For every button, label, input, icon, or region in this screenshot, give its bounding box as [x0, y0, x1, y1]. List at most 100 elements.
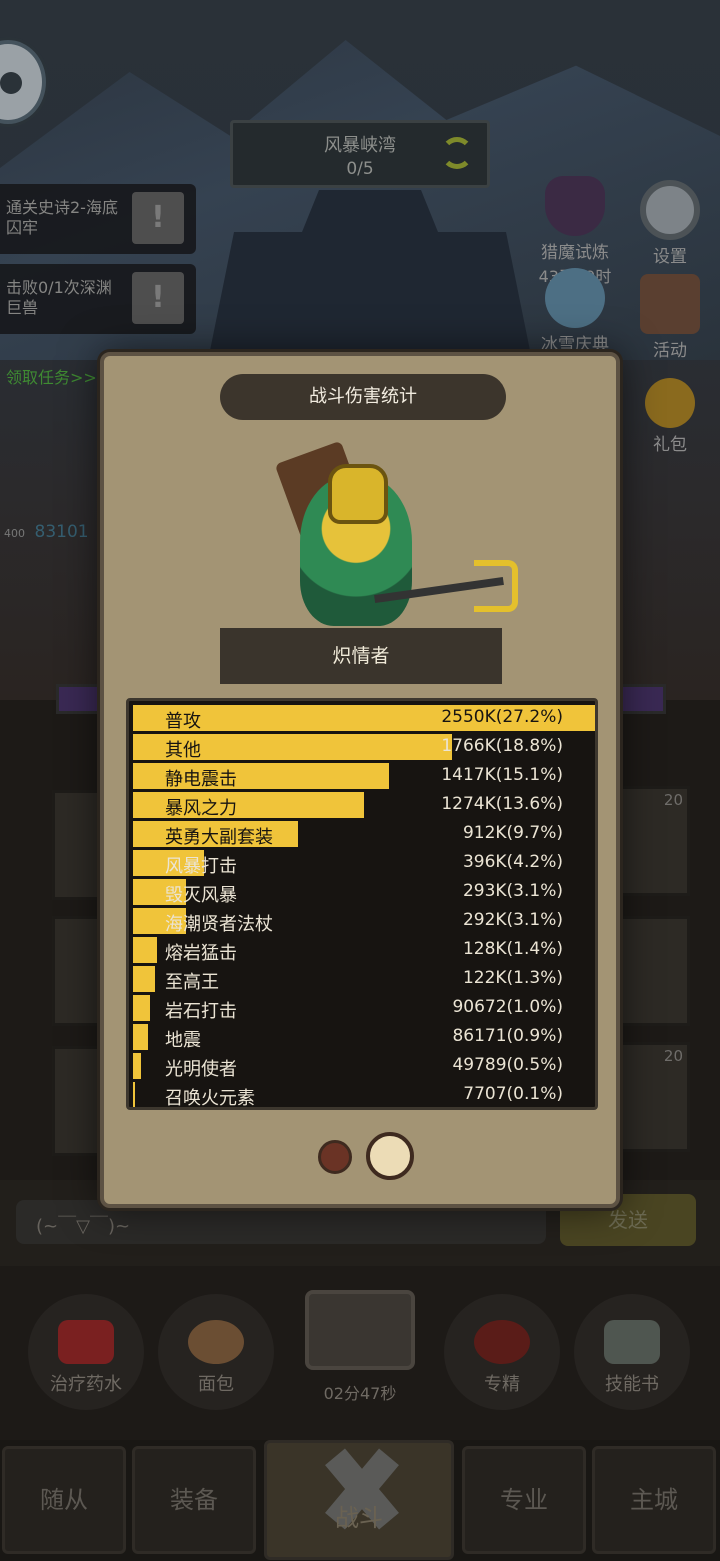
scroll-icon: [640, 274, 700, 334]
damage-value: 912K(9.7%): [462, 823, 563, 843]
hero-power: 83101: [34, 522, 89, 542]
dialog-title: 战斗伤害统计: [220, 374, 506, 420]
damage-source-name: 至高王: [165, 972, 219, 993]
slot-tile: 20: [612, 786, 690, 896]
damage-source-name: 熔岩猛击: [165, 943, 237, 964]
damage-value: 1417K(15.1%): [441, 765, 563, 785]
damage-stat-row: 熔岩猛击 128K(1.4%): [133, 936, 595, 964]
demon-hunt-label: 猎魔试炼: [541, 243, 609, 263]
damage-bar: [133, 1024, 148, 1050]
damage-source-name: 地震: [165, 1030, 201, 1051]
settings-button[interactable]: 设置: [625, 180, 715, 267]
damage-value: 292K(3.1%): [462, 910, 563, 930]
damage-source-name: 海潮贤者法杖: [165, 914, 273, 935]
skill-book-button[interactable]: 技能书: [574, 1294, 690, 1410]
item-label: 面包: [198, 1374, 234, 1395]
damage-bar: [133, 937, 157, 963]
damage-source-name: 其他: [165, 740, 201, 761]
gear-icon: [640, 180, 700, 240]
tab-battle-label: 战斗: [335, 1504, 383, 1532]
exclamation-icon: !: [132, 192, 184, 244]
damage-source-name: 静电震击: [165, 769, 237, 790]
healing-potion-button[interactable]: 治疗药水: [28, 1294, 144, 1410]
snowflake-icon: [545, 268, 605, 328]
item-label: 专精: [484, 1374, 520, 1395]
damage-stat-row: 英勇大副套装 912K(9.7%): [133, 820, 595, 848]
damage-stat-row: 风暴打击 396K(4.2%): [133, 849, 595, 877]
mastery-icon: [474, 1320, 530, 1364]
damage-stat-row: 静电震击 1417K(15.1%): [133, 762, 595, 790]
damage-value: 122K(1.3%): [462, 968, 563, 988]
potion-icon: [58, 1320, 114, 1364]
refresh-icon[interactable]: [441, 137, 473, 169]
damage-value: 1274K(13.6%): [441, 794, 563, 814]
mastery-button[interactable]: 专精: [444, 1294, 560, 1410]
damage-bar: [133, 995, 150, 1021]
events-button[interactable]: 活动: [625, 274, 715, 361]
damage-stat-row: 地震 86171(0.9%): [133, 1023, 595, 1051]
damage-value: 49789(0.5%): [452, 1055, 563, 1075]
tab-equipment[interactable]: 装备: [132, 1446, 256, 1554]
slot-tile: [612, 916, 690, 1026]
events-label: 活动: [653, 341, 687, 361]
damage-stat-row: 召唤火元素 7707(0.1%): [133, 1081, 595, 1107]
damage-source-name: 光明使者: [165, 1059, 237, 1080]
damage-stats-list[interactable]: 普攻 2550K(27.2%) 其他 1766K(18.8%) 静电震击 1417K(15…: [126, 698, 598, 1110]
tile-level: 20: [663, 791, 683, 809]
hero-level: 400: [4, 527, 25, 540]
damage-bar: [133, 1082, 135, 1107]
claim-quest-link[interactable]: 领取任务>>: [6, 364, 97, 388]
item-label: 治疗药水: [50, 1374, 122, 1395]
quest-text: 击败0/1次深渊巨兽: [6, 278, 112, 317]
tab-profession[interactable]: 专业: [462, 1446, 586, 1554]
trident-icon: [474, 560, 518, 612]
tab-followers[interactable]: 随从: [2, 1446, 126, 1554]
damage-value: 90672(1.0%): [452, 997, 563, 1017]
damage-value: 1766K(18.8%): [441, 736, 563, 756]
settings-label: 设置: [653, 247, 687, 267]
damage-value: 2550K(27.2%): [441, 707, 563, 727]
page-dot-1[interactable]: [318, 1140, 352, 1174]
damage-source-name: 风暴打击: [165, 856, 237, 877]
damage-bar: [133, 1053, 141, 1079]
demon-wing-icon: [545, 176, 605, 236]
treasure-chest-button[interactable]: 02分47秒: [300, 1290, 420, 1403]
quest-item[interactable]: 击败0/1次深渊巨兽 !: [0, 264, 196, 334]
damage-value: 7707(0.1%): [463, 1084, 563, 1104]
damage-source-name: 岩石打击: [165, 1001, 237, 1022]
quest-item[interactable]: 通关史诗2-海底囚牢 !: [0, 184, 196, 254]
tab-battle[interactable]: 战斗: [264, 1440, 454, 1560]
stage-indicator[interactable]: 风暴峡湾 0/5: [230, 120, 490, 188]
hero-level-tag: 400 83101: [0, 516, 100, 542]
hero-helmet: [328, 464, 388, 524]
damage-value: 86171(0.9%): [452, 1026, 563, 1046]
chest-icon: [305, 1290, 415, 1370]
damage-value: 293K(3.1%): [462, 881, 563, 901]
gift-button[interactable]: 礼包: [625, 378, 715, 455]
damage-stat-row: 至高王 122K(1.3%): [133, 965, 595, 993]
slot-tile: 20: [612, 1042, 690, 1152]
ice-festival-button[interactable]: 冰雪庆典: [530, 268, 620, 355]
damage-source-name: 毁灭风暴: [165, 885, 237, 906]
bread-button[interactable]: 面包: [158, 1294, 274, 1410]
damage-value: 396K(4.2%): [462, 852, 563, 872]
damage-source-name: 暴风之力: [165, 798, 237, 819]
damage-stat-row: 毁灭风暴 293K(3.1%): [133, 878, 595, 906]
bottom-tab-bar: 随从 装备 战斗 专业 主城: [0, 1440, 720, 1561]
damage-source-name: 普攻: [165, 711, 201, 732]
book-icon: [604, 1320, 660, 1364]
bread-icon: [188, 1320, 244, 1364]
page-indicator: [316, 1132, 416, 1182]
damage-source-name: 英勇大副套装: [165, 827, 273, 848]
quest-text: 通关史诗2-海底囚牢: [6, 198, 118, 237]
damage-stat-row: 海潮贤者法杖 292K(3.1%): [133, 907, 595, 935]
tile-level: 20: [663, 1047, 683, 1065]
damage-stat-row: 岩石打击 90672(1.0%): [133, 994, 595, 1022]
hero-name: 炽情者: [220, 628, 502, 684]
damage-stat-row: 暴风之力 1274K(13.6%): [133, 791, 595, 819]
tab-main-city[interactable]: 主城: [592, 1446, 716, 1554]
chest-timer: 02分47秒: [323, 1384, 397, 1403]
page-dot-2-active[interactable]: [366, 1132, 414, 1180]
damage-stats-dialog: 战斗伤害统计 炽情者 普攻 2550K(27.2%) 其他 1766K(18.8%) 静…: [100, 352, 620, 1208]
hero-portrait: [274, 430, 524, 630]
